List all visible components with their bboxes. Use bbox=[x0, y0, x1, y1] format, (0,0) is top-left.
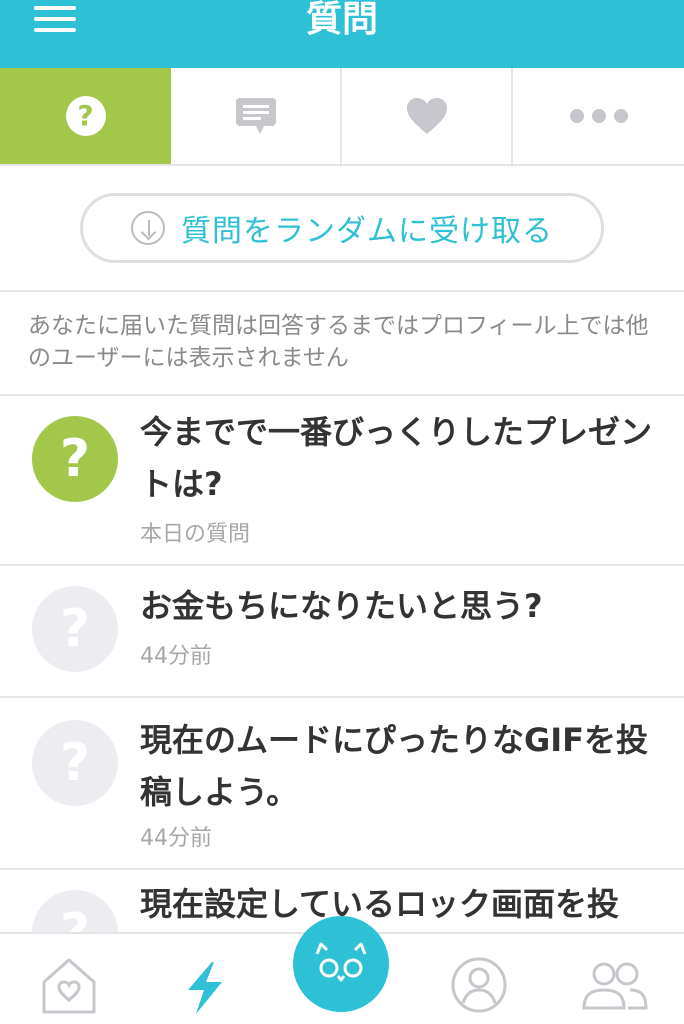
question-text: 現在設定しているロック画面を投 bbox=[140, 885, 620, 923]
page-title: 質問 bbox=[305, 0, 378, 40]
lightning-icon[interactable] bbox=[182, 960, 228, 1016]
question-avatar-icon: ? bbox=[32, 890, 118, 932]
profile-icon[interactable] bbox=[450, 956, 508, 1014]
question-text: お金もちになりたいと思う? bbox=[140, 587, 543, 625]
tab-bar: ? bbox=[0, 68, 684, 166]
question-avatar-icon: ? bbox=[32, 416, 118, 502]
question-icon: ? bbox=[65, 96, 106, 136]
random-question-button[interactable]: 質問をランダムに受け取る bbox=[80, 193, 604, 263]
heart-icon bbox=[406, 98, 447, 134]
question-item[interactable]: ? 現在のムードにぴったりなGIFを投稿しよう。 44分前 bbox=[0, 698, 684, 870]
random-question-label: 質問をランダムに受け取る bbox=[181, 214, 553, 249]
tab-likes[interactable] bbox=[342, 68, 513, 164]
tab-more[interactable] bbox=[513, 68, 684, 164]
question-text: 今までで一番びっくりしたプレゼントは? bbox=[140, 413, 653, 503]
question-meta: 44分前 bbox=[140, 826, 212, 851]
question-text: 現在のムードにぴったりなGIFを投稿しよう。 bbox=[140, 721, 649, 811]
random-question-section: 質問をランダムに受け取る bbox=[0, 166, 684, 292]
friends-icon[interactable] bbox=[580, 960, 650, 1012]
mascot-face-icon bbox=[315, 942, 367, 982]
question-meta: 44分前 bbox=[140, 644, 212, 669]
question-item[interactable]: ? 今までで一番びっくりしたプレゼントは? 本日の質問 bbox=[0, 396, 684, 566]
question-item[interactable]: ? お金もちになりたいと思う? 44分前 bbox=[0, 566, 684, 698]
tab-questions[interactable]: ? bbox=[0, 68, 171, 164]
more-dots-icon bbox=[569, 109, 628, 123]
question-avatar-icon: ? bbox=[32, 720, 118, 806]
tab-comments[interactable] bbox=[171, 68, 342, 164]
app-header: 質問 bbox=[0, 0, 684, 68]
question-meta: 本日の質問 bbox=[140, 522, 251, 547]
download-circle-icon bbox=[131, 211, 165, 245]
question-avatar-icon: ? bbox=[32, 586, 118, 672]
mascot-center-button[interactable] bbox=[293, 916, 389, 1012]
home-heart-icon[interactable] bbox=[40, 956, 98, 1016]
privacy-notice: あなたに届いた質問は回答するまではプロフィール上では他のユーザーには表示されませ… bbox=[0, 292, 684, 396]
comment-icon bbox=[235, 98, 276, 134]
